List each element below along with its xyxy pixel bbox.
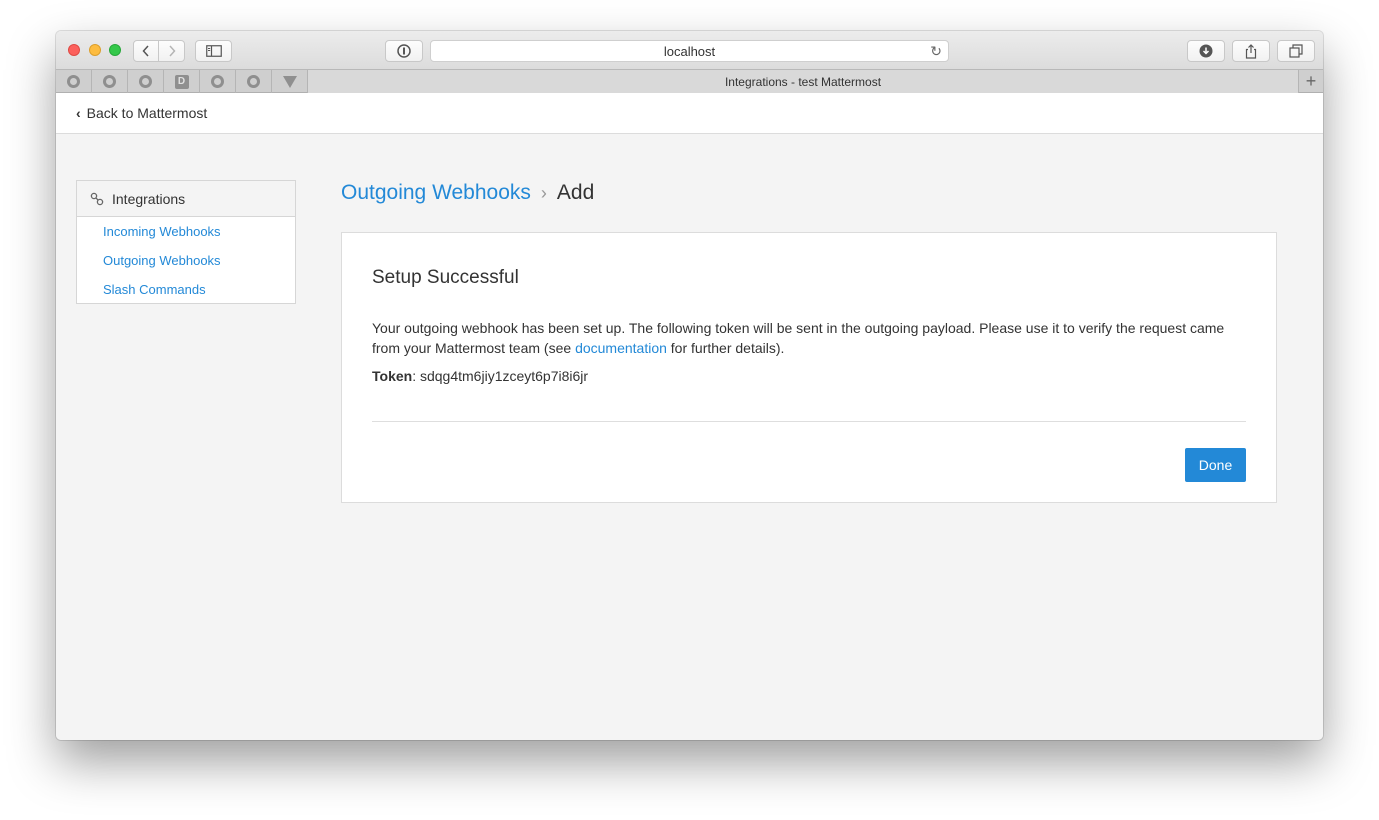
triangle-icon	[282, 75, 297, 88]
pinned-tab-d[interactable]: D	[164, 70, 200, 93]
pinned-tab-github[interactable]	[200, 70, 236, 93]
link-icon	[90, 192, 104, 205]
minimize-window-button[interactable]	[89, 44, 101, 56]
breadcrumb: Outgoing Webhooks › Add	[341, 181, 594, 205]
pinned-tab-github[interactable]	[92, 70, 128, 93]
new-tab-button[interactable]: +	[1298, 70, 1323, 93]
tab-bar: D Integrations - test Mattermost +	[56, 69, 1323, 93]
sidebar-items: Incoming Webhooks Outgoing Webhooks Slas…	[77, 217, 295, 304]
tab-overview-button[interactable]	[1277, 40, 1315, 62]
sidebar-icon	[205, 45, 222, 57]
pinned-tab-triangle[interactable]	[272, 70, 308, 93]
done-button[interactable]: Done	[1185, 448, 1246, 482]
github-icon	[139, 75, 152, 88]
sidebar-header: Integrations	[77, 181, 295, 217]
zoom-window-button[interactable]	[109, 44, 121, 56]
download-icon	[1199, 44, 1213, 58]
setup-success-card: Setup Successful Your outgoing webhook h…	[341, 232, 1277, 503]
address-bar[interactable]: localhost ↻	[430, 40, 949, 62]
d-icon: D	[174, 74, 189, 89]
chevron-right-icon: ›	[540, 182, 547, 203]
breadcrumb-current: Add	[556, 181, 595, 204]
page-content: ‹ Back to Mattermost Integrations Incomi…	[56, 93, 1323, 740]
card-description: Your outgoing webhook has been set up. T…	[372, 318, 1252, 358]
pinned-tab-github[interactable]	[236, 70, 272, 93]
sidebar-toggle-button[interactable]	[195, 40, 232, 62]
tabs-icon	[1289, 44, 1303, 58]
github-icon	[211, 75, 224, 88]
browser-toolbar: localhost ↻	[56, 31, 1323, 69]
back-to-mattermost-link[interactable]: Back to Mattermost	[87, 105, 208, 121]
tab-title: Integrations - test Mattermost	[724, 74, 882, 89]
share-button[interactable]	[1232, 40, 1270, 62]
pinned-tab-github[interactable]	[56, 70, 92, 93]
token-label: Token	[372, 368, 413, 384]
github-icon	[67, 75, 80, 88]
chevron-left-icon: ‹	[76, 105, 81, 121]
close-window-button[interactable]	[68, 44, 80, 56]
password-manager-button[interactable]	[385, 40, 423, 62]
chevron-right-icon	[168, 45, 176, 57]
share-icon	[1245, 43, 1257, 59]
documentation-link[interactable]: documentation	[575, 340, 667, 356]
reload-icon[interactable]: ↻	[930, 43, 942, 60]
description-text: Your outgoing webhook has been set up. T…	[372, 320, 1225, 356]
history-nav	[133, 40, 186, 62]
pinned-tab-github[interactable]	[128, 70, 164, 93]
back-bar: ‹ Back to Mattermost	[56, 93, 1323, 134]
back-nav-button[interactable]	[133, 40, 159, 62]
downloads-button[interactable]	[1187, 40, 1225, 62]
sidebar-title: Integrations	[112, 190, 186, 207]
sidebar-item-outgoing-webhooks[interactable]: Outgoing Webhooks	[77, 246, 295, 275]
integrations-sidebar: Integrations Incoming Webhooks Outgoing …	[76, 180, 296, 304]
url-text: localhost	[663, 43, 716, 59]
sidebar-item-incoming-webhooks[interactable]: Incoming Webhooks	[77, 217, 295, 246]
token-line: Token: sdqg4tm6jiy1zceyt6p7i8i6jr	[372, 368, 589, 384]
forward-nav-button[interactable]	[159, 40, 185, 62]
tab-integrations[interactable]: Integrations - test Mattermost	[308, 70, 1298, 93]
divider	[372, 421, 1246, 422]
card-title: Setup Successful	[372, 267, 519, 288]
token-value: sdqg4tm6jiy1zceyt6p7i8i6jr	[419, 368, 589, 384]
chevron-left-icon	[142, 45, 149, 57]
browser-window: localhost ↻ D Integrations - test Matter…	[56, 31, 1323, 740]
breadcrumb-outgoing-webhooks[interactable]: Outgoing Webhooks	[341, 181, 531, 205]
github-icon	[247, 75, 260, 88]
github-icon	[103, 75, 116, 88]
sidebar-item-slash-commands[interactable]: Slash Commands	[77, 275, 295, 304]
description-text-end: for further details).	[666, 340, 785, 356]
1password-icon	[397, 44, 411, 58]
